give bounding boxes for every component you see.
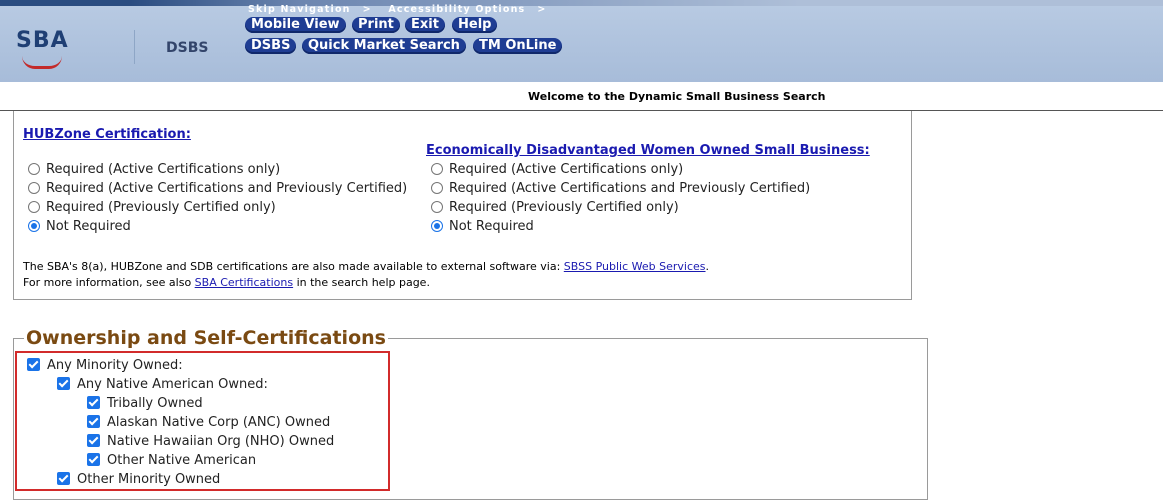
accessibility-options-link[interactable]: Accessibility Options [388, 4, 525, 15]
header-top-strip [0, 0, 1163, 6]
quick-market-search-button[interactable]: Quick Market Search [302, 38, 466, 54]
web-services-note: The SBA's 8(a), HUBZone and SDB certific… [23, 260, 710, 273]
hubzone-option-previous[interactable]: Required (Previously Certified only) [28, 199, 276, 217]
sba-logo-text: SBA [16, 28, 69, 53]
sba-certifications-link[interactable]: SBA Certifications [195, 276, 293, 289]
app-label: DSBS [166, 40, 209, 56]
tm-online-button[interactable]: TM OnLine [473, 38, 563, 54]
edwosb-option-previous[interactable]: Required (Previously Certified only) [431, 199, 679, 217]
hubzone-option-active[interactable]: Required (Active Certifications only) [28, 161, 280, 179]
certifications-help-note: For more information, see also SBA Certi… [23, 276, 430, 289]
edwosb-option-active-previous[interactable]: Required (Active Certifications and Prev… [431, 180, 810, 198]
radio-selected-icon[interactable] [431, 220, 443, 232]
edwosb-link[interactable]: Economically Disadvantaged Women Owned S… [426, 143, 870, 158]
checkbox-checked-icon[interactable] [87, 434, 100, 447]
any-minority-owned-checkbox[interactable]: Any Minority Owned: [27, 357, 183, 375]
radio-icon[interactable] [431, 201, 443, 213]
site-header: SBA DSBS Skip Navigation > Accessibility … [0, 0, 1163, 83]
checkbox-checked-icon[interactable] [87, 415, 100, 428]
print-button[interactable]: Print [352, 17, 400, 33]
tribally-owned-checkbox[interactable]: Tribally Owned [87, 395, 203, 413]
checkbox-checked-icon[interactable] [87, 453, 100, 466]
welcome-text: Welcome to the Dynamic Small Business Se… [528, 90, 826, 103]
skip-navigation-link[interactable]: Skip Navigation [248, 4, 351, 15]
radio-selected-icon[interactable] [28, 220, 40, 232]
radio-icon[interactable] [431, 182, 443, 194]
nho-owned-checkbox[interactable]: Native Hawaiian Org (NHO) Owned [87, 433, 334, 451]
header-divider [134, 30, 135, 64]
welcome-bar: Welcome to the Dynamic Small Business Se… [0, 82, 1163, 111]
help-button[interactable]: Help [452, 17, 498, 33]
radio-icon[interactable] [28, 201, 40, 213]
sbss-public-web-services-link[interactable]: SBSS Public Web Services [564, 260, 706, 273]
checkbox-checked-icon[interactable] [87, 396, 100, 409]
dsbs-button[interactable]: DSBS [245, 38, 297, 54]
skip-links: Skip Navigation > Accessibility Options > [248, 4, 547, 15]
any-native-american-owned-checkbox[interactable]: Any Native American Owned: [57, 376, 268, 394]
mobile-view-button[interactable]: Mobile View [245, 17, 346, 33]
radio-icon[interactable] [431, 163, 443, 175]
hubzone-option-not-required[interactable]: Not Required [28, 218, 131, 236]
hubzone-option-active-previous[interactable]: Required (Active Certifications and Prev… [28, 180, 407, 198]
radio-icon[interactable] [28, 182, 40, 194]
anc-owned-checkbox[interactable]: Alaskan Native Corp (ANC) Owned [87, 414, 330, 432]
edwosb-option-active[interactable]: Required (Active Certifications only) [431, 161, 683, 179]
checkbox-checked-icon[interactable] [57, 472, 70, 485]
other-minority-owned-checkbox[interactable]: Other Minority Owned [57, 471, 220, 489]
sba-logo-arc-icon [22, 56, 62, 69]
radio-icon[interactable] [28, 163, 40, 175]
other-native-american-checkbox[interactable]: Other Native American [87, 452, 256, 470]
exit-button[interactable]: Exit [405, 17, 445, 33]
edwosb-option-not-required[interactable]: Not Required [431, 218, 534, 236]
sba-logo[interactable]: SBA [16, 22, 76, 72]
checkbox-checked-icon[interactable] [27, 358, 40, 371]
checkbox-checked-icon[interactable] [57, 377, 70, 390]
ownership-legend: Ownership and Self-Certifications [24, 327, 388, 349]
hubzone-certification-link[interactable]: HUBZone Certification: [23, 127, 191, 142]
